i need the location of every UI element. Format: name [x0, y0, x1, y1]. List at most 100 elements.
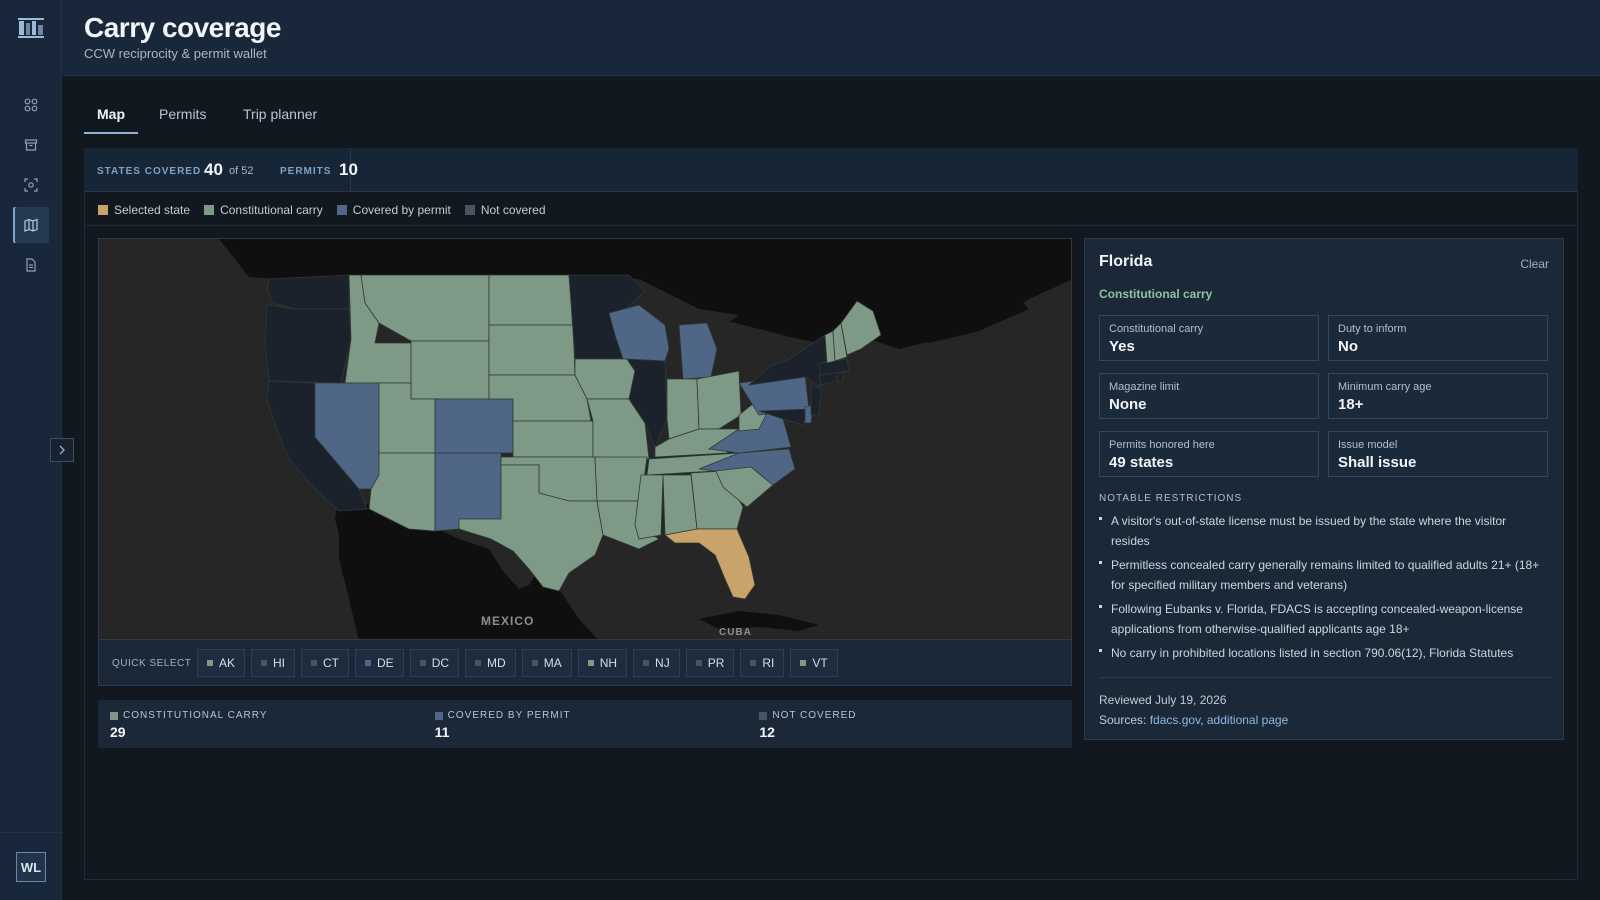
- fact-value: Shall issue: [1338, 454, 1417, 471]
- state-in[interactable]: [666, 378, 700, 440]
- legend-swatch: [336, 205, 347, 215]
- nav-archive-button[interactable]: [13, 127, 49, 163]
- nav-document-button[interactable]: [13, 247, 49, 283]
- state-or[interactable]: [264, 304, 352, 384]
- state-sd[interactable]: [488, 324, 576, 376]
- legend-label: Not covered: [480, 203, 546, 217]
- chip-label: CT: [323, 656, 340, 670]
- legend-divider: [84, 225, 1578, 226]
- chevron-right-icon: [59, 445, 65, 455]
- archive-icon: [24, 139, 38, 151]
- source-link-additional[interactable]: additional page: [1207, 713, 1288, 727]
- state-wy[interactable]: [410, 340, 490, 400]
- page-subtitle: CCW reciprocity & permit wallet: [84, 46, 267, 61]
- state-status: Constitutional carry: [1099, 287, 1213, 301]
- fact-value: 18+: [1338, 396, 1364, 413]
- summary-cell: COVERED BY PERMIT 11: [423, 700, 748, 748]
- sources: Sources: fdacs.gov, additional page: [1099, 713, 1288, 727]
- cuba-label: CUBA: [719, 627, 752, 638]
- summary-label-text: CONSTITUTIONAL CARRY: [123, 710, 268, 721]
- fact-label: Magazine limit: [1109, 381, 1180, 393]
- chip-label: PR: [707, 656, 725, 670]
- quick-select-chip-de[interactable]: DE: [355, 649, 404, 677]
- quick-select-label: QUICK SELECT: [112, 658, 192, 669]
- state-nd[interactable]: [488, 274, 574, 326]
- state-nj[interactable]: [810, 384, 822, 416]
- legend-swatch: [464, 205, 475, 215]
- legend-item: Covered by permit: [336, 202, 451, 218]
- restriction-item: Following Eubanks v. Florida, FDACS is a…: [1099, 599, 1545, 639]
- permits-label: PERMITS: [280, 166, 332, 177]
- chip-status-dot: [419, 660, 426, 666]
- state-ia[interactable]: [574, 358, 636, 400]
- legend-label: Constitutional carry: [220, 203, 323, 217]
- quick-select-bar: QUICK SELECT AK HI CT DE DC MD MA NH NJ PR RI VT: [98, 640, 1072, 686]
- source-link-fdacs[interactable]: fdacs.gov: [1150, 713, 1200, 727]
- mexico-label: MEXICO: [481, 614, 534, 628]
- quick-select-chip-nh[interactable]: NH: [577, 649, 628, 677]
- restrictions-heading: NOTABLE RESTRICTIONS: [1099, 493, 1243, 504]
- quick-select-chip-dc[interactable]: DC: [409, 649, 460, 677]
- tab-trip-planner[interactable]: Trip planner: [243, 106, 317, 134]
- chip-status-dot: [695, 660, 702, 666]
- quick-select-chip-nj[interactable]: NJ: [633, 649, 680, 677]
- quick-select-chip-md[interactable]: MD: [465, 649, 516, 677]
- tab-map[interactable]: Map: [97, 106, 125, 134]
- chip-label: HI: [273, 656, 286, 670]
- chip-label: NJ: [655, 656, 670, 670]
- chip-label: RI: [762, 656, 775, 670]
- quick-select-chip-hi[interactable]: HI: [251, 649, 296, 677]
- summary-value: 11: [434, 724, 450, 740]
- coverage-map[interactable]: MEXICO CUBA: [98, 238, 1072, 640]
- tab-permits[interactable]: Permits: [159, 106, 206, 134]
- summary-value: 29: [110, 724, 126, 740]
- user-avatar[interactable]: WL: [16, 852, 46, 882]
- fact-value: No: [1338, 338, 1358, 355]
- us-map-svg[interactable]: MEXICO CUBA: [99, 239, 1072, 640]
- quick-select-chip-vt[interactable]: VT: [790, 649, 838, 677]
- fact-card: Duty to inform No: [1328, 315, 1548, 361]
- page-title: Carry coverage: [84, 12, 281, 43]
- chip-status-dot: [311, 660, 318, 666]
- nav-map-button[interactable]: [13, 207, 49, 243]
- quick-select-chip-ak[interactable]: AK: [197, 649, 246, 677]
- legend-item: Selected state: [98, 202, 190, 218]
- state-co[interactable]: [434, 398, 514, 454]
- map-legend: Selected state Constitutional carry Covere…: [98, 202, 546, 218]
- state-ri[interactable]: [836, 372, 844, 382]
- scan-icon: [24, 178, 38, 192]
- quick-select-chip-ma[interactable]: MA: [521, 649, 572, 677]
- quick-select-chip-pr[interactable]: PR: [685, 649, 735, 677]
- stats-bar: STATES COVERED 40 of 52 PERMITS 10: [84, 148, 1578, 192]
- nav-dashboard-button[interactable]: [13, 87, 49, 123]
- restriction-item: No carry in prohibited locations listed …: [1099, 643, 1545, 663]
- chip-status-dot: [531, 660, 538, 666]
- chip-label: NH: [599, 656, 618, 670]
- summary-label: NOT COVERED: [759, 710, 856, 721]
- state-wa[interactable]: [266, 274, 350, 310]
- nav-scan-button[interactable]: [13, 167, 49, 203]
- sidebar-divider: [0, 832, 62, 833]
- fact-value: Yes: [1109, 338, 1135, 355]
- summary-label-text: NOT COVERED: [772, 710, 857, 721]
- fact-card: Permits honored here 49 states: [1099, 431, 1319, 477]
- chip-status-dot: [207, 660, 213, 666]
- quick-select-chip-ri[interactable]: RI: [740, 649, 785, 677]
- states-covered-total: of 52: [229, 165, 254, 177]
- reviewed-date: Reviewed July 19, 2026: [1099, 693, 1227, 707]
- state-detail-card: Florida Clear Constitutional carry Const…: [1084, 238, 1564, 740]
- expand-sidebar-button[interactable]: [50, 438, 74, 462]
- page-header: Carry coverage CCW reciprocity & permit …: [62, 0, 1600, 76]
- fact-value: 49 states: [1109, 454, 1174, 471]
- quick-select-chip-ct[interactable]: CT: [301, 649, 350, 677]
- summary-label: COVERED BY PERMIT: [434, 710, 571, 721]
- state-ks[interactable]: [512, 420, 594, 458]
- map-icon: [24, 218, 38, 232]
- clear-selection-button[interactable]: Clear: [1520, 257, 1549, 271]
- legend-item: Not covered: [464, 202, 546, 218]
- summary-swatch: [434, 711, 443, 720]
- chip-status-dot: [643, 660, 650, 666]
- fact-label: Issue model: [1338, 439, 1398, 451]
- restriction-item: A visitor's out-of-state license must be…: [1099, 511, 1545, 551]
- fact-card: Issue model Shall issue: [1328, 431, 1548, 477]
